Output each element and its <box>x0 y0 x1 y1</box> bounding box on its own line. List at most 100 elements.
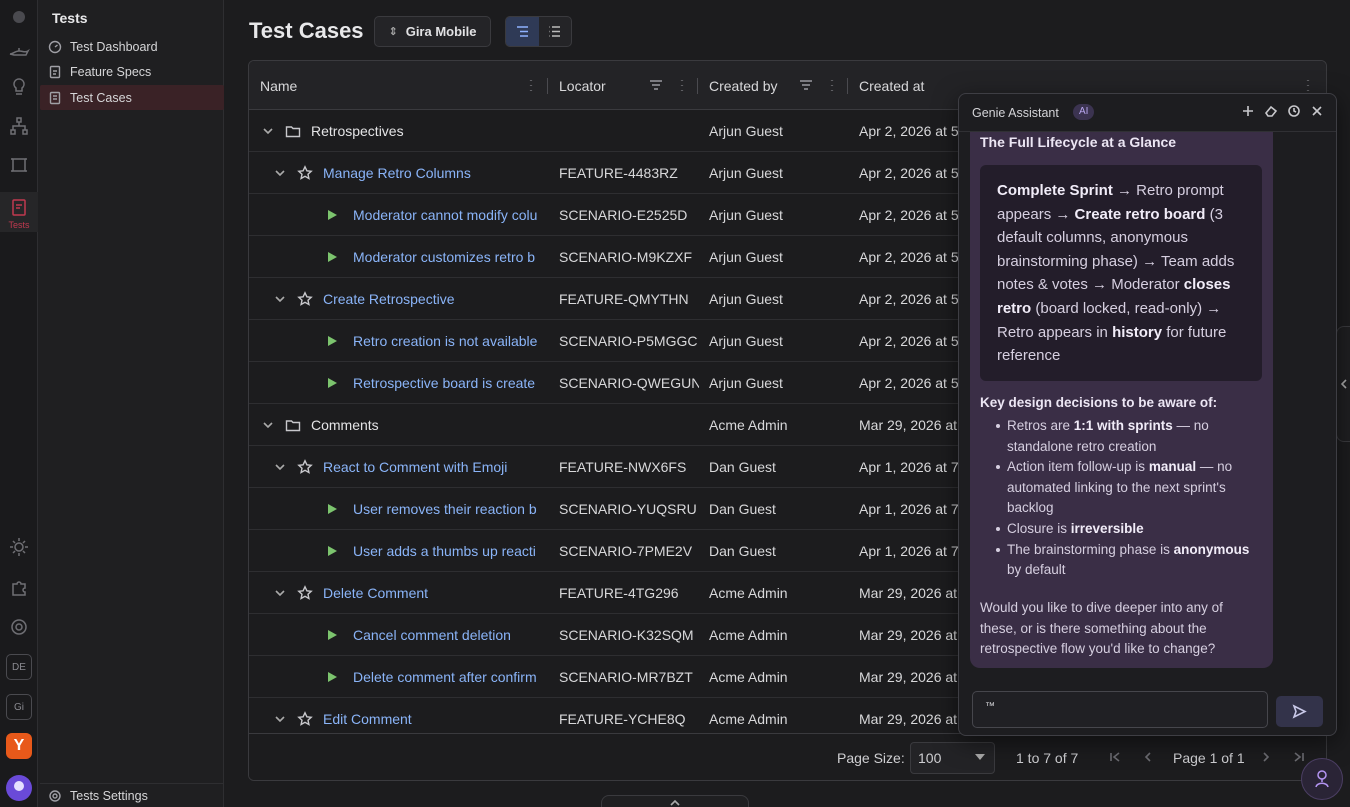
chevron-down-icon[interactable] <box>273 712 287 726</box>
scenario-name[interactable]: Moderator customizes retro b <box>353 249 535 265</box>
column-header-created-by[interactable]: Created by <box>709 61 777 110</box>
created-at-cell: Apr 2, 2026 at 5 <box>859 164 959 181</box>
scenario-name[interactable]: Retrospective board is create <box>353 375 535 391</box>
feature-name[interactable]: Create Retrospective <box>323 291 455 307</box>
play-icon[interactable] <box>326 209 338 221</box>
kebab-icon <box>830 80 834 91</box>
star-icon[interactable] <box>297 710 313 727</box>
key-decision-text: Retros are <box>1007 418 1074 433</box>
previous-page-button[interactable] <box>1139 748 1157 766</box>
feature-name[interactable]: Manage Retro Columns <box>323 165 471 181</box>
clear-chat-button[interactable] <box>1264 104 1278 118</box>
star-icon[interactable] <box>297 290 313 307</box>
lightbulb-icon[interactable] <box>6 74 32 100</box>
play-icon[interactable] <box>326 671 338 683</box>
frame-icon[interactable] <box>6 152 32 178</box>
chevron-down-icon[interactable] <box>261 124 275 138</box>
play-icon[interactable] <box>326 251 338 263</box>
puzzle-icon[interactable] <box>6 574 32 600</box>
chevron-down-icon[interactable] <box>273 460 287 474</box>
locator-cell: SCENARIO-QWEGUN <box>559 374 699 391</box>
workspace-badge-de[interactable]: DE <box>6 654 32 680</box>
column-header-locator[interactable]: Locator <box>559 61 606 110</box>
sidebar-item-test-dashboard[interactable]: Test Dashboard <box>40 34 224 59</box>
row-range: 1 to 7 of 7 <box>1016 750 1079 766</box>
first-page-icon <box>1110 752 1120 762</box>
created-by-cell: Acme Admin <box>709 626 788 643</box>
sidebar-item-tests-settings[interactable]: Tests Settings <box>40 783 224 807</box>
project-selector-button[interactable]: ⇕ Gira Mobile <box>374 16 491 47</box>
hierarchy-icon[interactable] <box>6 113 32 139</box>
key-decision-emphasis: anonymous <box>1173 541 1250 557</box>
lifecycle-summary-box: Complete Sprint → Retro prompt appears →… <box>980 165 1262 381</box>
column-header-name[interactable]: Name <box>260 61 297 110</box>
chevron-down-icon[interactable] <box>273 166 287 180</box>
app-logo-icon[interactable] <box>6 4 32 30</box>
chevron-down-icon[interactable] <box>261 418 275 432</box>
last-page-button[interactable] <box>1290 748 1308 766</box>
assistant-message: The Full Lifecycle at a Glance Complete … <box>970 132 1273 668</box>
key-decision-text: by default <box>1007 562 1066 578</box>
star-icon[interactable] <box>297 584 313 601</box>
star-icon[interactable] <box>297 458 313 475</box>
created-at-cell: Mar 29, 2026 at <box>859 416 958 433</box>
key-decision-emphasis: irreversible <box>1070 520 1144 536</box>
genie-launcher-button[interactable] <box>1301 758 1343 800</box>
genie-lamp-icon[interactable] <box>6 38 32 64</box>
bottom-panel-handle[interactable] <box>601 795 749 807</box>
lifecycle-heading: The Full Lifecycle at a Glance <box>980 134 1177 150</box>
play-icon[interactable] <box>326 503 338 515</box>
created-by-cell: Arjun Guest <box>709 122 783 139</box>
column-menu-name[interactable] <box>524 78 538 92</box>
tree-view-button[interactable] <box>506 17 539 46</box>
chat-input[interactable]: ™ <box>972 691 1268 728</box>
column-tools-locator[interactable] <box>649 78 689 92</box>
scenario-name[interactable]: Moderator cannot modify colu <box>353 207 537 223</box>
next-page-button[interactable] <box>1257 748 1275 766</box>
play-icon[interactable] <box>326 335 338 347</box>
star-icon[interactable] <box>297 164 313 181</box>
workspace-badge-gi[interactable]: Gi <box>6 694 32 720</box>
scenario-name[interactable]: Retro creation is not available <box>353 333 537 349</box>
play-icon[interactable] <box>326 377 338 389</box>
feature-name[interactable]: Delete Comment <box>323 585 428 601</box>
chevron-updown-icon: ⇕ <box>388 26 398 38</box>
scenario-name[interactable]: User adds a thumbs up reacti <box>353 543 536 559</box>
genie-header: Genie Assistant AI <box>959 94 1336 132</box>
flat-view-button[interactable] <box>539 17 572 46</box>
kebab-icon <box>1306 80 1310 91</box>
right-panel-handle[interactable] <box>1336 326 1350 442</box>
sidebar-item-feature-specs[interactable]: Feature Specs <box>40 59 224 84</box>
page-size-select[interactable]: 100 <box>910 742 995 774</box>
play-icon[interactable] <box>326 629 338 641</box>
sidebar-item-test-cases[interactable]: Test Cases <box>40 85 224 110</box>
send-button[interactable] <box>1276 696 1323 727</box>
history-button[interactable] <box>1287 104 1301 118</box>
gear-icon[interactable] <box>6 614 32 640</box>
feature-name[interactable]: React to Comment with Emoji <box>323 459 507 475</box>
feature-name[interactable]: Edit Comment <box>323 711 412 727</box>
column-tools-created-by[interactable] <box>799 78 839 92</box>
workspace-badge-y[interactable]: Y <box>6 733 32 759</box>
sun-icon[interactable] <box>6 534 32 560</box>
user-avatar[interactable] <box>6 775 32 801</box>
scenario-name[interactable]: User removes their reaction b <box>353 501 537 517</box>
rail-item-tests[interactable]: Tests <box>0 192 38 232</box>
created-by-cell: Acme Admin <box>709 416 788 433</box>
play-icon[interactable] <box>326 545 338 557</box>
new-chat-button[interactable] <box>1241 104 1255 118</box>
locator-cell: SCENARIO-7PME2V <box>559 542 693 559</box>
column-header-created-at[interactable]: Created at <box>859 61 924 110</box>
created-at-cell: Apr 1, 2026 at 7 <box>859 458 959 475</box>
created-by-cell: Acme Admin <box>709 584 788 601</box>
chevron-down-icon[interactable] <box>273 292 287 306</box>
chevron-down-icon[interactable] <box>273 586 287 600</box>
scenario-name[interactable]: Delete comment after confirm <box>353 669 537 685</box>
scenario-name[interactable]: Cancel comment deletion <box>353 627 511 643</box>
created-by-cell: Dan Guest <box>709 542 776 559</box>
table-menu[interactable] <box>1301 78 1315 92</box>
created-at-cell: Mar 29, 2026 at <box>859 584 958 601</box>
close-panel-button[interactable] <box>1310 104 1324 118</box>
first-page-button[interactable] <box>1106 748 1124 766</box>
key-decision-item: Action item follow-up is manual — no aut… <box>980 457 1266 519</box>
